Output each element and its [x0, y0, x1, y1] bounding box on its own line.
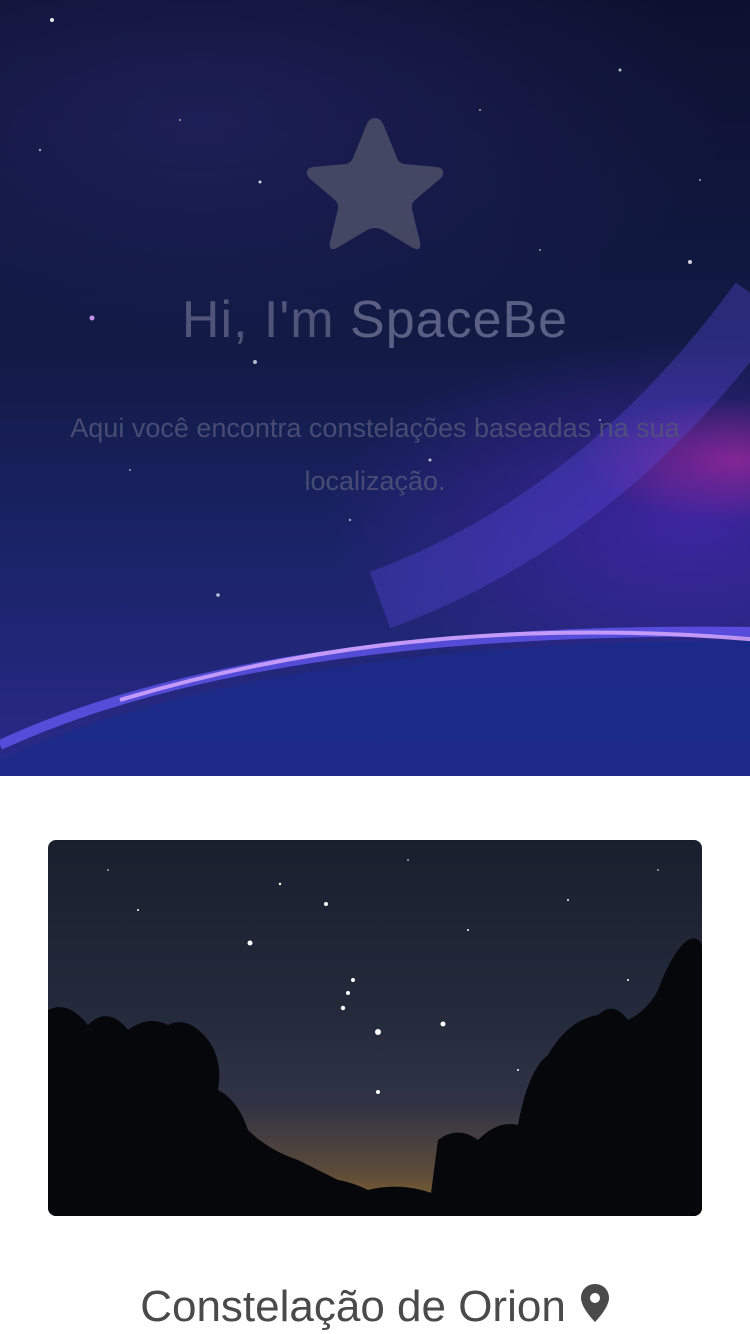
map-pin-icon[interactable] [580, 1283, 610, 1323]
hero-title-prefix: Hi, I'm [181, 291, 351, 349]
constellation-title: Constelação de Orion [0, 1282, 750, 1332]
hero-title: Hi, I'm SpaceBe [0, 290, 750, 350]
orion-photo [48, 859, 702, 1216]
constellation-name: Constelação de Orion [140, 1282, 566, 1331]
brand-name: SpaceBe [350, 291, 569, 349]
hero-banner: Hi, I'm SpaceBe Aqui você encontra const… [0, 0, 750, 776]
star-icon [306, 118, 444, 250]
hero-content: Hi, I'm SpaceBe Aqui você encontra const… [0, 0, 750, 776]
hero-subtitle: Aqui você encontra constelações baseadas… [70, 413, 680, 496]
constellation-image[interactable] [48, 840, 702, 1216]
